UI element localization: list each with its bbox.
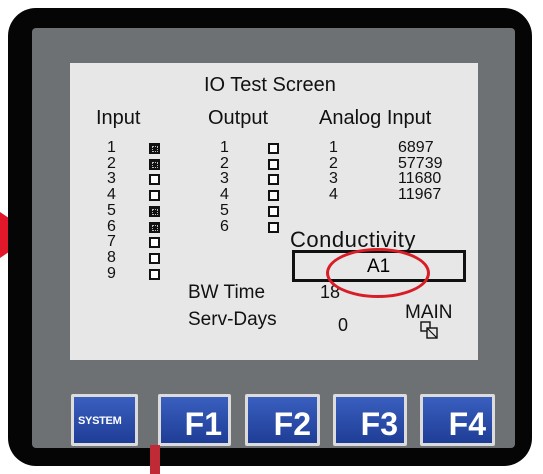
input-checkbox[interactable] [149, 237, 160, 249]
analog-value: 11680 [398, 170, 442, 188]
input-checkbox[interactable] [149, 158, 160, 170]
input-number: 1 [107, 139, 116, 156]
input-checkbox[interactable] [149, 221, 160, 233]
output-number: 4 [220, 186, 229, 204]
lcd-screen: IO Test Screen Input Output Analog Input… [70, 63, 478, 360]
input-checkbox[interactable] [149, 174, 160, 186]
input-header: Input [96, 107, 141, 129]
f2-button-label: F2 [273, 406, 311, 442]
f4-button[interactable]: F4 [420, 394, 495, 446]
analog-input-header: Analog Input [319, 107, 432, 129]
input-checkbox[interactable] [149, 268, 160, 280]
f3-button[interactable]: F3 [333, 394, 407, 446]
input-number: 3 [107, 170, 116, 188]
input-checkbox[interactable] [149, 205, 160, 217]
input-number: 4 [107, 186, 116, 204]
f3-button-label: F3 [360, 406, 398, 442]
analog-value: 6897 [398, 139, 434, 156]
f1-button[interactable]: F1 [158, 394, 231, 446]
main-label[interactable]: MAIN [405, 303, 453, 322]
input-number: 5 [107, 201, 116, 219]
pointer-arrow-stem [150, 445, 160, 474]
input-number: 8 [107, 248, 116, 266]
output-checkbox[interactable] [268, 143, 279, 154]
input-number: 2 [107, 154, 116, 172]
analog-number: 3 [329, 170, 338, 188]
output-checkbox[interactable] [268, 205, 279, 217]
f2-button[interactable]: F2 [245, 394, 320, 446]
serv-days-value: 0 [338, 315, 349, 335]
input-number: 9 [107, 264, 116, 282]
output-checkbox[interactable] [268, 190, 279, 202]
highlight-circle [326, 248, 430, 298]
input-checkbox[interactable] [149, 143, 160, 154]
system-button-label: SYSTEM [78, 415, 122, 427]
output-number: 1 [220, 139, 229, 156]
output-number: 5 [220, 201, 229, 219]
output-number: 3 [220, 170, 229, 188]
input-checkbox[interactable] [149, 190, 160, 202]
screen-link-icon[interactable] [420, 321, 438, 339]
output-header: Output [208, 107, 269, 129]
conductivity-label: Conductivity [290, 227, 416, 252]
analog-number: 2 [329, 154, 338, 172]
f1-button-label: F1 [184, 406, 222, 442]
output-number: 2 [220, 154, 229, 172]
serv-days-label: Serv-Days [188, 309, 277, 330]
input-number: 7 [107, 233, 116, 251]
input-checkbox[interactable] [149, 252, 160, 264]
analog-value: 57739 [398, 154, 443, 172]
output-checkbox[interactable] [268, 174, 279, 186]
system-button[interactable]: SYSTEM [71, 394, 138, 446]
screen-title: IO Test Screen [204, 74, 336, 96]
analog-value: 11967 [398, 186, 442, 204]
analog-number: 4 [329, 186, 338, 204]
output-number: 6 [220, 217, 229, 235]
f4-button-label: F4 [448, 406, 486, 442]
output-checkbox[interactable] [268, 221, 279, 233]
output-checkbox[interactable] [268, 158, 279, 170]
bw-time-label: BW Time [188, 282, 266, 303]
input-number: 6 [107, 217, 116, 235]
analog-number: 1 [329, 139, 338, 156]
